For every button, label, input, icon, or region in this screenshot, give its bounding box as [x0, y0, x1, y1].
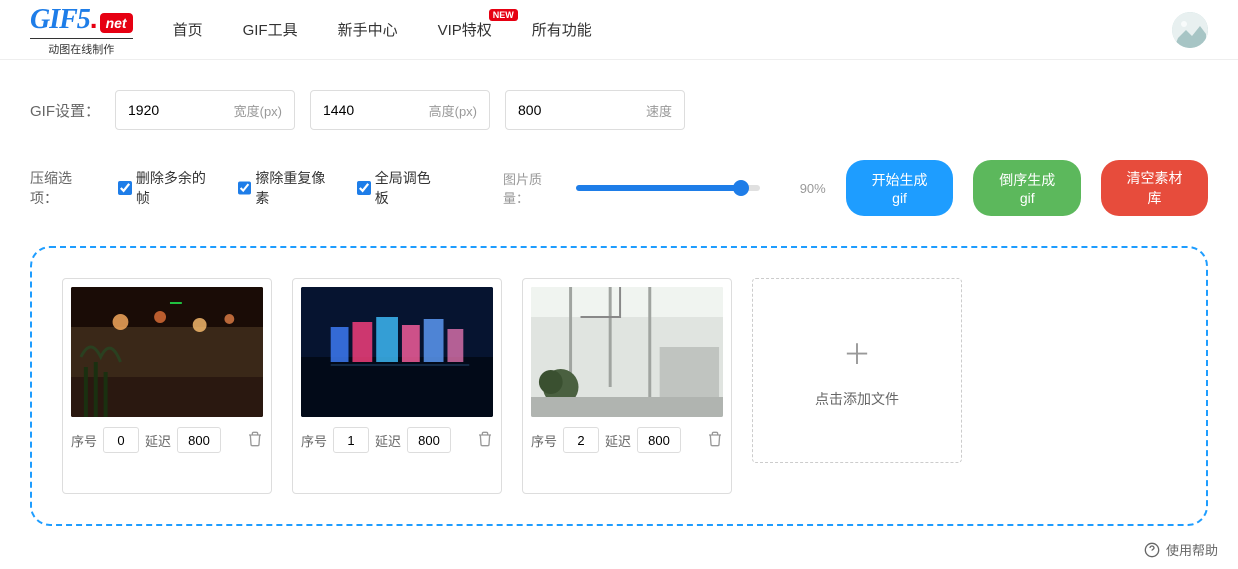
- nav-newbie[interactable]: 新手中心: [338, 19, 398, 40]
- trash-icon[interactable]: [247, 431, 263, 450]
- checkbox-label-3: 全局调色板: [375, 168, 443, 208]
- height-input-group: 高度(px): [310, 90, 490, 130]
- help-icon: [1144, 542, 1160, 558]
- help-link[interactable]: 使用帮助: [1144, 540, 1218, 559]
- nav-vip-label: VIP特权: [438, 22, 492, 39]
- reverse-generate-button[interactable]: 倒序生成gif: [973, 160, 1081, 216]
- width-input[interactable]: [128, 102, 208, 118]
- checkbox-remove-extra-frames[interactable]: 删除多余的帧: [118, 168, 217, 208]
- help-label: 使用帮助: [1166, 540, 1218, 559]
- frame-thumbnail: [301, 287, 493, 417]
- width-input-group: 宽度(px): [115, 90, 295, 130]
- speed-input-group: 速度: [505, 90, 685, 130]
- quality-slider[interactable]: [576, 185, 760, 191]
- frame-controls: 序号 延迟: [71, 427, 263, 453]
- index-input[interactable]: [103, 427, 139, 453]
- trash-icon[interactable]: [707, 431, 723, 450]
- logo-tagline: 动图在线制作: [30, 38, 133, 57]
- index-input[interactable]: [333, 427, 369, 453]
- delay-input[interactable]: [177, 427, 221, 453]
- checkbox-input-3[interactable]: [357, 181, 371, 195]
- checkbox-label-2: 擦除重复像素: [255, 168, 337, 208]
- gif-settings-row: GIF设置： 宽度(px) 高度(px) 速度: [0, 60, 1238, 140]
- index-input[interactable]: [563, 427, 599, 453]
- header: GIF5 . net 动图在线制作 首页 GIF工具 新手中心 VIP特权 NE…: [0, 0, 1238, 60]
- clear-library-button[interactable]: 清空素材库: [1101, 160, 1208, 216]
- nav: 首页 GIF工具 新手中心 VIP特权 NEW 所有功能: [173, 19, 592, 40]
- new-badge: NEW: [489, 9, 518, 21]
- delay-label: 延迟: [145, 431, 171, 450]
- logo[interactable]: GIF5 . net 动图在线制作: [30, 3, 133, 57]
- nav-all[interactable]: 所有功能: [532, 19, 592, 40]
- checkbox-input-1[interactable]: [118, 181, 132, 195]
- frame-controls: 序号 延迟: [531, 427, 723, 453]
- checkbox-input-2[interactable]: [238, 181, 252, 195]
- logo-text: GIF5: [30, 4, 90, 36]
- index-label: 序号: [301, 431, 327, 450]
- nav-vip[interactable]: VIP特权 NEW: [438, 19, 492, 40]
- add-file-card[interactable]: ＋ 点击添加文件: [752, 278, 962, 463]
- compress-label: 压缩选项：: [30, 168, 98, 208]
- slider-thumb[interactable]: [733, 180, 749, 196]
- checkbox-label-1: 删除多余的帧: [136, 168, 218, 208]
- frame-card[interactable]: 序号 延迟: [292, 278, 502, 494]
- avatar[interactable]: [1172, 12, 1208, 48]
- frame-controls: 序号 延迟: [301, 427, 493, 453]
- add-file-label: 点击添加文件: [815, 389, 899, 409]
- delay-label: 延迟: [605, 431, 631, 450]
- start-generate-button[interactable]: 开始生成gif: [846, 160, 954, 216]
- quality-section: 图片质量： 90%: [503, 169, 826, 207]
- frame-card[interactable]: 序号 延迟: [522, 278, 732, 494]
- frame-card[interactable]: 序号 延迟: [62, 278, 272, 494]
- frames-container: 序号 延迟 序号 延迟 序号 延迟: [30, 246, 1208, 526]
- speed-suffix: 速度: [646, 101, 672, 120]
- slider-fill: [576, 185, 741, 191]
- index-label: 序号: [71, 431, 97, 450]
- plus-icon: ＋: [843, 333, 871, 373]
- logo-dot: .: [90, 3, 98, 35]
- speed-input[interactable]: [518, 102, 598, 118]
- trash-icon[interactable]: [477, 431, 493, 450]
- index-label: 序号: [531, 431, 557, 450]
- quality-label: 图片质量：: [503, 169, 566, 207]
- options-row: 压缩选项： 删除多余的帧 擦除重复像素 全局调色板 图片质量： 90% 开始生成…: [0, 140, 1238, 246]
- height-input[interactable]: [323, 102, 403, 118]
- nav-tools[interactable]: GIF工具: [243, 19, 298, 40]
- checkbox-erase-duplicate-pixels[interactable]: 擦除重复像素: [238, 168, 337, 208]
- quality-value: 90%: [800, 181, 826, 196]
- frame-thumbnail: [71, 287, 263, 417]
- frame-thumbnail: [531, 287, 723, 417]
- nav-home[interactable]: 首页: [173, 19, 203, 40]
- settings-label: GIF设置：: [30, 100, 100, 121]
- delay-input[interactable]: [637, 427, 681, 453]
- checkbox-global-palette[interactable]: 全局调色板: [357, 168, 443, 208]
- delay-input[interactable]: [407, 427, 451, 453]
- logo-domain: net: [100, 13, 133, 33]
- height-suffix: 高度(px): [429, 101, 477, 120]
- width-suffix: 宽度(px): [234, 101, 282, 120]
- delay-label: 延迟: [375, 431, 401, 450]
- action-buttons: 开始生成gif 倒序生成gif 清空素材库: [846, 160, 1208, 216]
